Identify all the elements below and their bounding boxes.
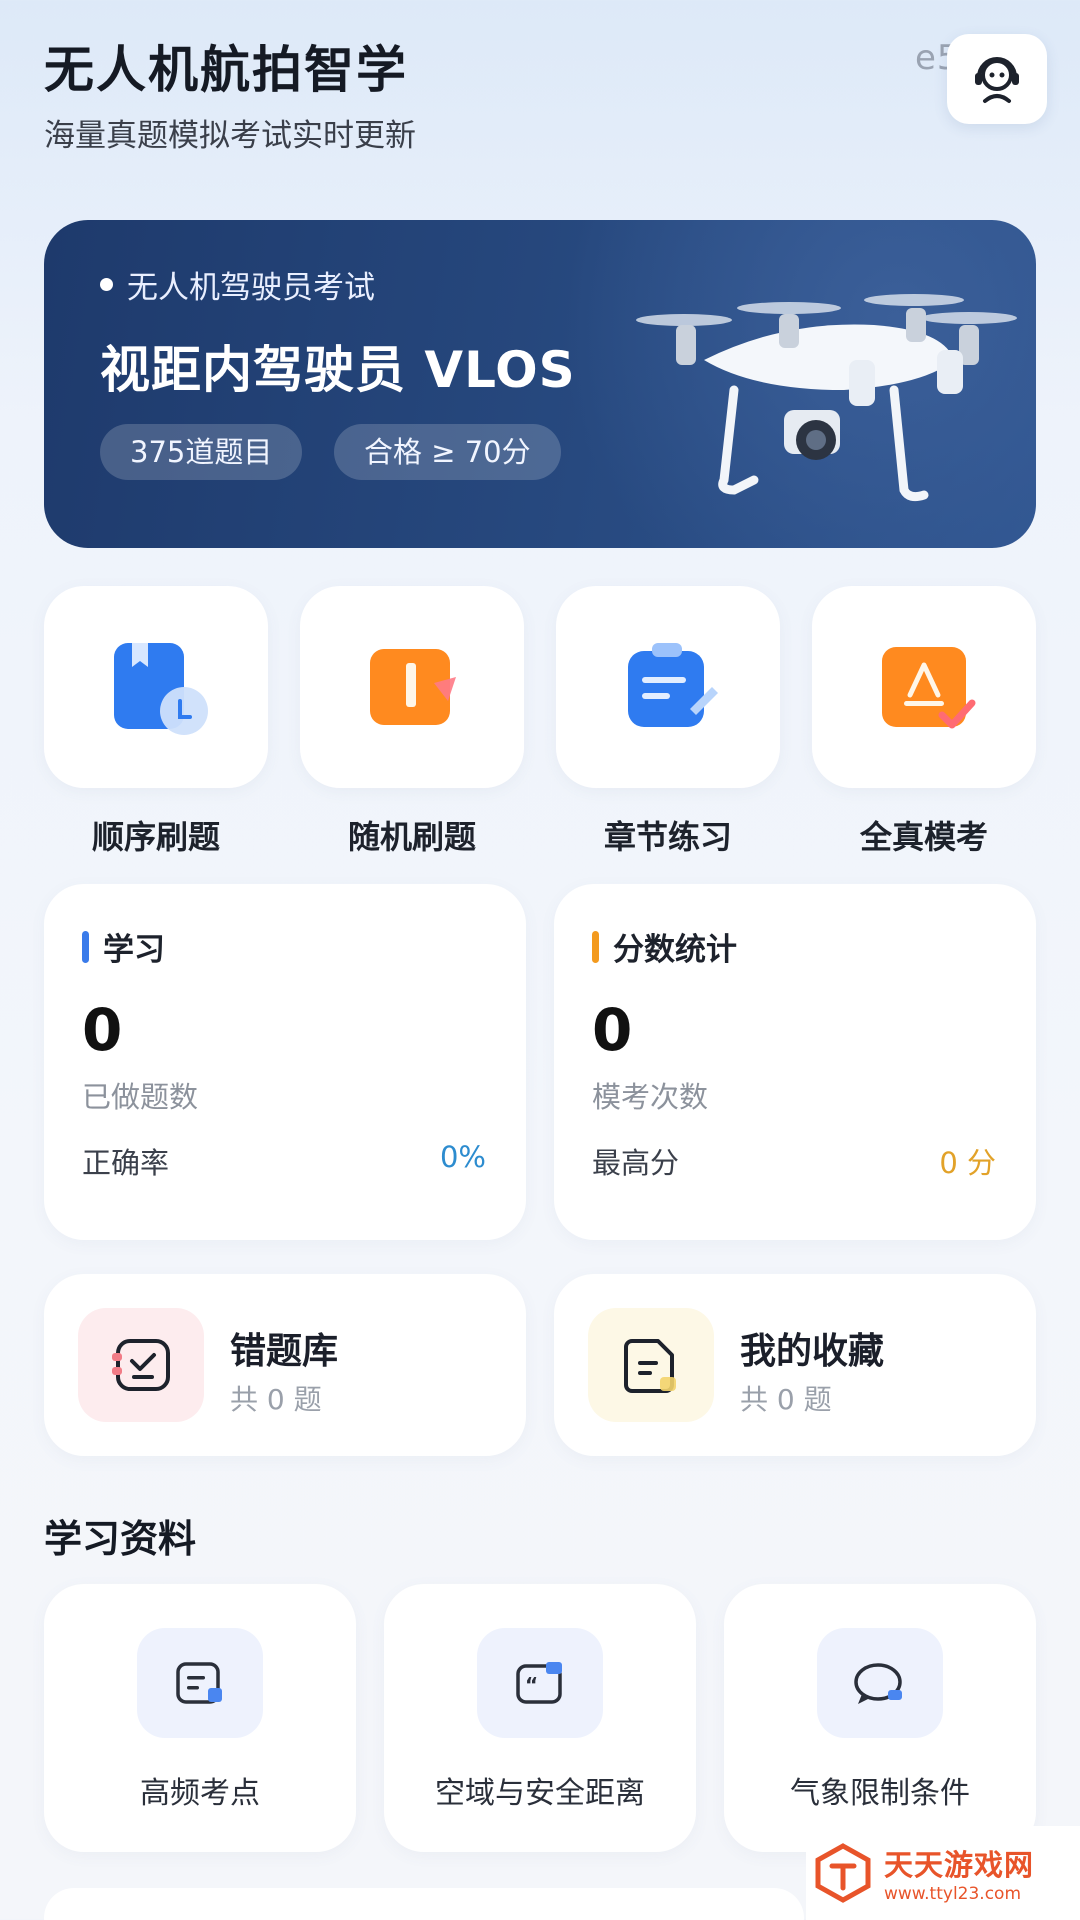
exam-icon — [882, 647, 976, 729]
score-card[interactable]: 分数统计 0 模考次数 最高分 0 分 — [554, 884, 1036, 1240]
accent-bar — [82, 930, 89, 963]
exam-banner[interactable]: 无人机驾驶员考试 视距内驾驶员 VLOS 375道题目 合格 ≥ 70分 — [44, 220, 1036, 548]
favorites-icon-box — [588, 1308, 714, 1422]
key-points-label: 高频考点 — [140, 1776, 260, 1811]
customer-service-button[interactable] — [947, 34, 1047, 124]
bullet-dot — [100, 278, 113, 291]
mock-exam-button[interactable]: 全真模考 — [812, 586, 1036, 858]
airspace-label: 空域与安全距离 — [435, 1776, 645, 1811]
random-practice-tile — [300, 586, 524, 788]
mock-exam-count: 0 — [592, 996, 633, 1064]
mock-exam-count-label: 模考次数 — [592, 1080, 709, 1114]
random-practice-label: 随机刷题 — [347, 818, 476, 856]
score-card-header: 分数统计 — [592, 924, 737, 969]
study-card-header: 学习 — [82, 924, 165, 969]
notes-icon — [628, 643, 718, 727]
accuracy-value: 0% — [439, 1140, 486, 1174]
done-count: 0 — [82, 996, 123, 1064]
random-book-icon — [370, 649, 456, 725]
study-card[interactable]: 学习 0 已做题数 正确率 0% — [44, 884, 526, 1240]
favorites-card[interactable]: 我的收藏 共 0 题 — [554, 1274, 1036, 1456]
banner-title: 视距内驾驶员 VLOS — [100, 341, 576, 399]
watermark-main: 天天游戏网 — [884, 1848, 1035, 1882]
done-count-label: 已做题数 — [82, 1080, 199, 1114]
next-card-peek — [44, 1888, 804, 1920]
sequential-practice-tile — [44, 586, 268, 788]
watermark-url: www.ttyl23.com — [884, 1884, 1022, 1904]
favorites-title: 我的收藏 — [740, 1331, 885, 1372]
accent-bar — [592, 930, 599, 963]
drone-image — [636, 294, 1017, 502]
airspace-card[interactable]: “ 空域与安全距离 — [384, 1584, 696, 1852]
key-points-icon-box — [137, 1628, 263, 1738]
sequential-practice-button[interactable]: 顺序刷题 — [44, 586, 268, 858]
quick-actions: 顺序刷题 随机刷题 章节练习 全真模考 — [44, 586, 1036, 858]
accuracy-label: 正确率 — [82, 1146, 170, 1180]
favorites-icon — [624, 1339, 676, 1393]
study-materials-title: 学习资料 — [44, 1517, 197, 1561]
mock-exam-label: 全真模考 — [859, 818, 988, 856]
key-points-card[interactable]: 高频考点 — [44, 1584, 356, 1852]
weather-card[interactable]: 气象限制条件 — [724, 1584, 1036, 1852]
app-title: 无人机航拍智学 — [44, 41, 408, 99]
wrong-bank-count: 共 0 题 — [230, 1383, 322, 1416]
wrong-bank-icon-box — [78, 1308, 204, 1422]
watermark-text: 天天游戏网 www.ttyl23.com — [884, 1842, 1034, 1904]
banner-tag: 无人机驾驶员考试 — [100, 262, 375, 307]
weather-label: 气象限制条件 — [790, 1776, 970, 1811]
watermark-logo-icon — [815, 1843, 871, 1903]
watermark: 天天游戏网 www.ttyl23.com — [806, 1826, 1080, 1920]
highest-score-value: 0 分 — [939, 1146, 996, 1180]
pass-score-chip: 合格 ≥ 70分 — [334, 424, 561, 480]
svg-text:“: “ — [525, 1673, 538, 1697]
customer-service-icon — [975, 57, 1019, 103]
weather-icon — [854, 1663, 902, 1704]
study-card-title: 学习 — [103, 932, 165, 968]
chapter-practice-label: 章节练习 — [603, 818, 732, 856]
study-materials-grid: 高频考点 “ 空域与安全距离 气象限制条件 — [44, 1584, 1036, 1852]
score-card-title: 分数统计 — [613, 932, 737, 968]
app-subtitle: 海量真题模拟考试实时更新 — [44, 118, 416, 154]
chapter-practice-button[interactable]: 章节练习 — [556, 586, 780, 858]
airspace-icon-box: “ — [477, 1628, 603, 1738]
airspace-icon: “ — [516, 1662, 562, 1704]
wrong-bank-title: 错题库 — [230, 1331, 339, 1372]
weather-icon-box — [817, 1628, 943, 1738]
question-count-chip: 375道题目 — [100, 424, 303, 480]
book-icon — [114, 643, 208, 735]
banner-tag-label: 无人机驾驶员考试 — [127, 270, 375, 306]
header: 无人机航拍智学 海量真题模拟考试实时更新 — [44, 30, 416, 155]
key-points-icon — [176, 1662, 222, 1704]
mock-exam-tile — [812, 586, 1036, 788]
random-practice-button[interactable]: 随机刷题 — [300, 586, 524, 858]
chapter-practice-tile — [556, 586, 780, 788]
wrong-bank-card[interactable]: 错题库 共 0 题 — [44, 1274, 526, 1456]
sequential-practice-label: 顺序刷题 — [91, 818, 220, 856]
highest-score-label: 最高分 — [592, 1146, 680, 1180]
wrong-questions-icon — [112, 1339, 170, 1391]
favorites-count: 共 0 题 — [740, 1383, 832, 1416]
